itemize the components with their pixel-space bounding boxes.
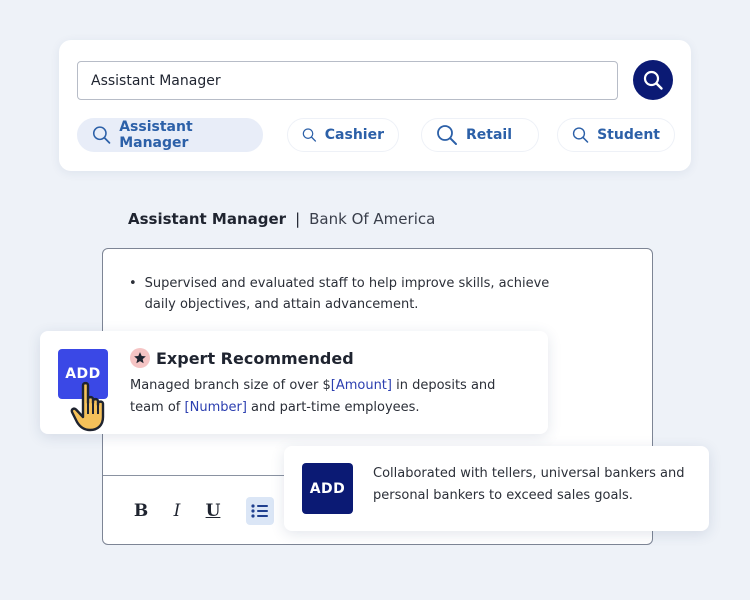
search-button[interactable] [633, 60, 673, 100]
hand-pointer-icon [70, 381, 105, 432]
chip-label: Student [597, 127, 660, 143]
suggestion-chip-cashier[interactable]: Cashier [287, 118, 399, 152]
chip-label: Retail [466, 127, 513, 143]
number-placeholder: [Number] [184, 400, 247, 415]
bullet-text: Supervised and evaluated staff to help i… [144, 276, 550, 312]
search-icon [92, 126, 111, 144]
underline-button[interactable]: U [199, 497, 227, 525]
bulleted-list-button[interactable] [246, 497, 274, 525]
search-icon [572, 127, 589, 143]
expert-suggestion-text: Managed branch size of over $[Amount] in… [130, 375, 530, 419]
bulleted-list-icon [251, 504, 268, 518]
star-badge [130, 348, 150, 368]
star-icon [134, 352, 146, 364]
suggestion-chip-student[interactable]: Student [557, 118, 675, 152]
editor-bullet-item[interactable]: • Supervised and evaluated staff to help… [129, 273, 569, 315]
expert-heading: Expert Recommended [130, 348, 354, 368]
text-segment: Managed branch size of over $ [130, 378, 331, 393]
chip-label: Assistant Manager [119, 119, 193, 151]
search-icon [437, 125, 457, 145]
bold-button[interactable]: B [127, 497, 155, 525]
search-icon [302, 128, 317, 142]
text-segment: and part-time employees. [246, 400, 420, 415]
job-separator: | [295, 210, 301, 228]
expert-suggestion-card: ADD Expert Recommended Managed branch si… [40, 331, 548, 434]
bullet-dot: • [129, 276, 137, 291]
search-icon [643, 70, 663, 90]
job-heading: Assistant Manager | Bank Of America [128, 210, 435, 228]
collab-suggestion-card: ADD Collaborated with tellers, universal… [284, 446, 709, 531]
search-card: Assistant Manager Cashier Retail Student [59, 40, 691, 171]
job-title: Assistant Manager [128, 210, 287, 228]
italic-button[interactable]: I [163, 497, 191, 525]
amount-placeholder: [Amount] [330, 378, 392, 393]
expert-heading-text: Expert Recommended [156, 348, 354, 368]
suggestion-chip-retail[interactable]: Retail [421, 118, 539, 152]
job-company: Bank Of America [309, 210, 436, 228]
add-button[interactable]: ADD [302, 463, 353, 514]
chip-label: Cashier [324, 127, 384, 143]
search-input[interactable] [77, 61, 618, 100]
collab-suggestion-text: Collaborated with tellers, universal ban… [373, 466, 685, 503]
suggestion-chip-assistant-manager[interactable]: Assistant Manager [77, 118, 263, 152]
